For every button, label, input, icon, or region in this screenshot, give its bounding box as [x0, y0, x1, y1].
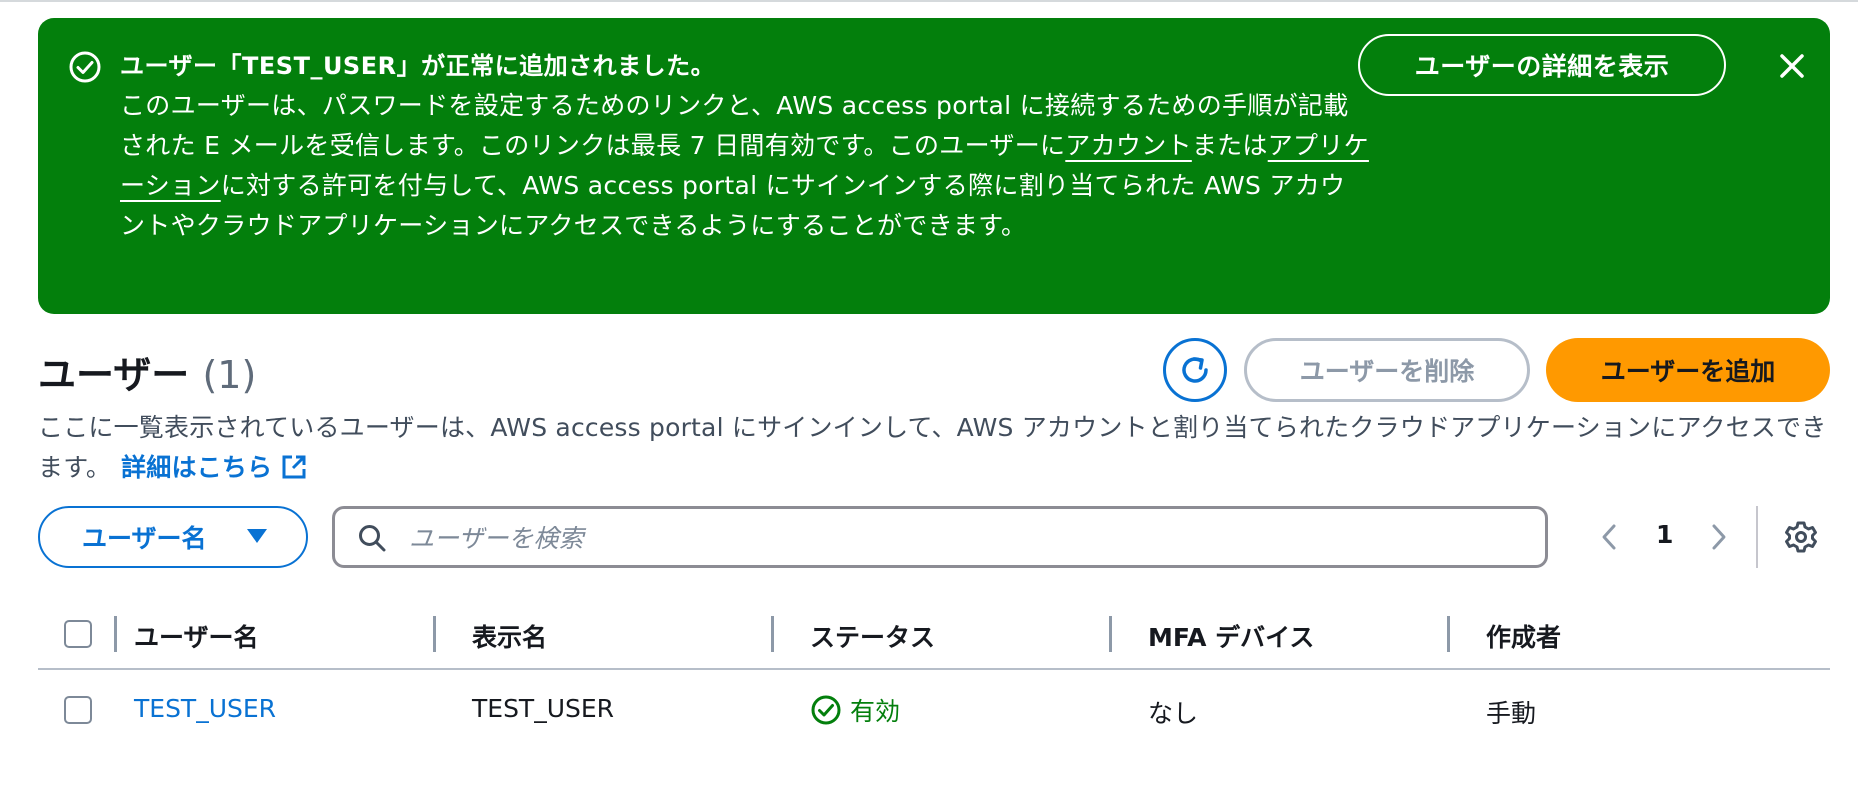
refresh-button[interactable] [1163, 338, 1227, 402]
property-filter-label: ユーザー名 [82, 524, 207, 553]
success-check-icon [69, 51, 101, 83]
gear-icon[interactable] [1784, 520, 1818, 554]
mfa-cell: なし [1148, 699, 1199, 728]
current-page-number[interactable]: 1 [1656, 520, 1673, 549]
user-count: (1) [202, 353, 257, 397]
column-header-username[interactable]: ユーザー名 [134, 618, 259, 654]
select-all-checkbox[interactable] [64, 620, 92, 648]
search-input[interactable] [407, 509, 1531, 567]
accounts-link[interactable]: アカウント [1065, 131, 1192, 160]
page-title: ユーザー (1) [38, 344, 256, 399]
column-divider[interactable] [1447, 616, 1450, 652]
close-icon[interactable] [1776, 50, 1808, 82]
learn-more-label: 詳細はこちら [121, 453, 273, 482]
column-header-created-by[interactable]: 作成者 [1486, 618, 1561, 654]
column-divider[interactable] [771, 616, 774, 652]
flash-text-3: に対する許可を付与して、AWS access portal にサインインする際に… [120, 171, 1346, 240]
status-cell: 有効 [810, 692, 900, 728]
column-divider[interactable] [1109, 616, 1112, 652]
property-filter-select[interactable]: ユーザー名 [38, 506, 308, 568]
chevron-left-icon[interactable] [1596, 522, 1622, 552]
flash-text-2: または [1191, 131, 1268, 160]
column-header-status[interactable]: ステータス [810, 618, 935, 654]
table-header-row: ユーザー名 表示名 ステータス MFA デバイス 作成者 [38, 600, 1858, 668]
page-title-text: ユーザー [38, 353, 190, 397]
display-name-cell: TEST_USER [472, 694, 615, 723]
pagination-divider [1756, 506, 1758, 568]
status-ok-icon [811, 695, 841, 725]
delete-user-button[interactable]: ユーザーを削除 [1244, 338, 1530, 402]
status-text: 有効 [850, 697, 901, 726]
row-checkbox[interactable] [64, 696, 92, 724]
search-box [332, 506, 1548, 568]
flash-title: ユーザー「TEST_USER」が正常に追加されました。 [120, 52, 716, 80]
caret-down-icon [247, 529, 267, 543]
external-link-icon [282, 455, 306, 479]
top-divider [0, 0, 1858, 2]
page-description: ここに一覧表示されているユーザーは、AWS access portal にサイン… [38, 408, 1838, 488]
created-by-cell: 手動 [1486, 699, 1537, 728]
chevron-right-icon[interactable] [1706, 522, 1732, 552]
column-header-mfa[interactable]: MFA デバイス [1148, 618, 1314, 654]
learn-more-link[interactable]: 詳細はこちら [121, 453, 308, 482]
view-user-details-button[interactable]: ユーザーの詳細を表示 [1358, 34, 1726, 96]
username-link[interactable]: TEST_USER [134, 694, 276, 723]
column-header-display-name[interactable]: 表示名 [472, 618, 547, 654]
table-row: TEST_USER TEST_USER 有効 なし 手動 [38, 672, 1858, 748]
column-clip: 作成者 [1486, 600, 1578, 668]
search-icon [359, 525, 386, 552]
column-divider [114, 616, 117, 652]
success-flash-banner: ユーザー「TEST_USER」が正常に追加されました。 このユーザーは、パスワー… [38, 18, 1830, 314]
table-header-separator [38, 668, 1830, 670]
flash-message: このユーザーは、パスワードを設定するためのリンクと、AWS access por… [120, 86, 1370, 246]
add-user-button[interactable]: ユーザーを追加 [1546, 338, 1830, 402]
column-divider[interactable] [433, 616, 436, 652]
refresh-icon [1182, 357, 1208, 383]
